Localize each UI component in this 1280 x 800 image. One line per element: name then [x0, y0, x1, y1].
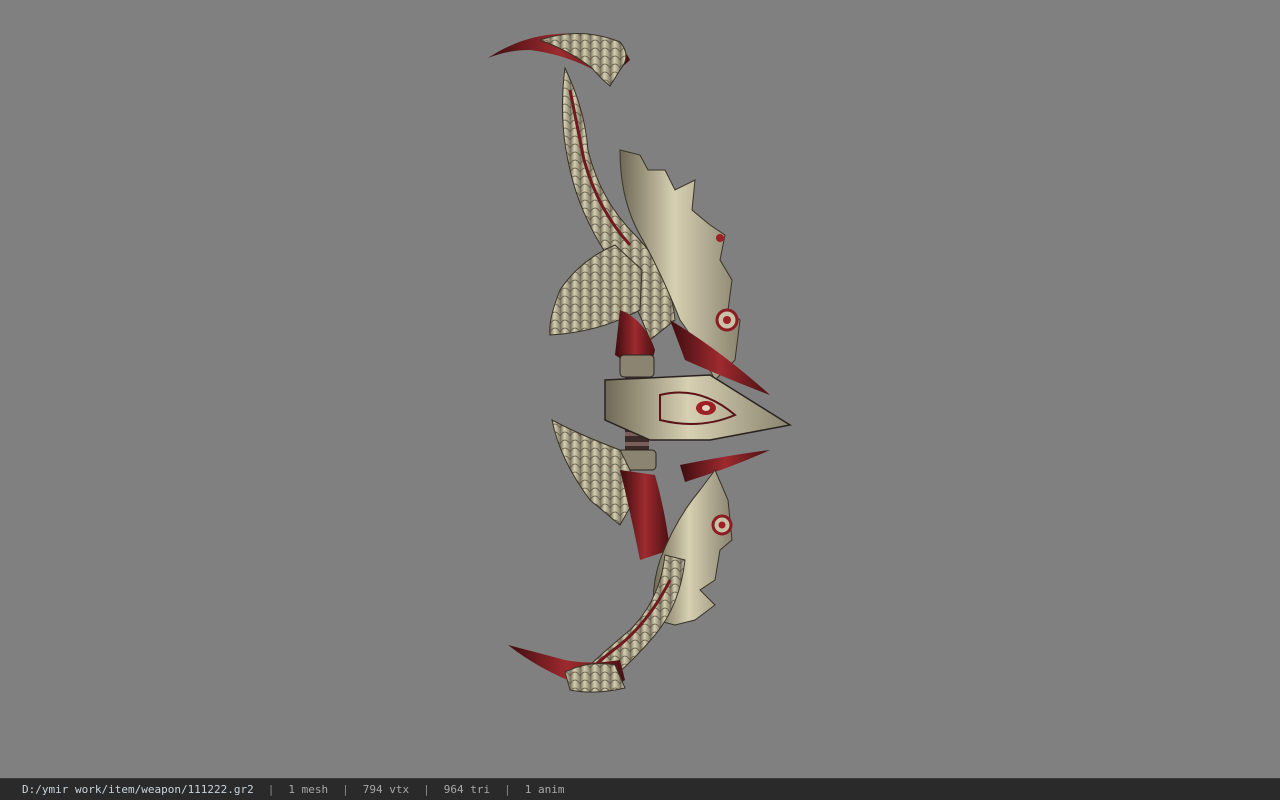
- separator: |: [423, 783, 430, 796]
- mesh-count: 1 mesh: [288, 783, 329, 796]
- triangle-count: 964 tri: [443, 783, 491, 796]
- anim-count: 1 anim: [524, 783, 565, 796]
- file-path: D:/ymir work/item/weapon/111222.gr2: [22, 783, 254, 796]
- vertex-count: 794 vtx: [362, 783, 410, 796]
- separator: |: [267, 783, 275, 796]
- status-bar: D:/ymir work/item/weapon/111222.gr2 | 1 …: [0, 778, 1280, 800]
- 3d-viewport[interactable]: [0, 0, 1280, 778]
- separator: |: [342, 783, 349, 796]
- separator: |: [504, 783, 511, 796]
- ornate-bow-model-icon: [488, 33, 793, 693]
